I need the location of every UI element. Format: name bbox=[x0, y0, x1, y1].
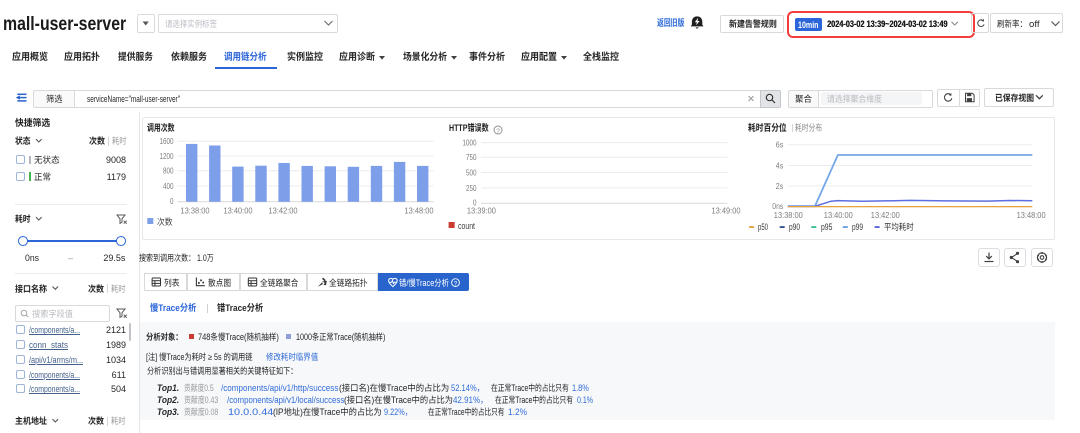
svg-text:13:40:00: 13:40:00 bbox=[824, 210, 853, 220]
svg-text:800: 800 bbox=[163, 166, 174, 176]
svg-text:0: 0 bbox=[170, 196, 174, 206]
svg-text:13:40:00: 13:40:00 bbox=[224, 206, 253, 216]
svg-text:13:42:00: 13:42:00 bbox=[871, 210, 900, 220]
svg-text:1200: 1200 bbox=[160, 151, 174, 161]
svg-text:13:38:00: 13:38:00 bbox=[774, 210, 803, 220]
svg-text:13:39:00: 13:39:00 bbox=[467, 206, 496, 216]
svg-text:13:42:00: 13:42:00 bbox=[269, 206, 298, 216]
svg-text:250: 250 bbox=[466, 183, 477, 193]
svg-text:?: ? bbox=[454, 280, 458, 287]
svg-text:2s: 2s bbox=[776, 181, 784, 191]
svg-text:1600: 1600 bbox=[160, 136, 174, 146]
svg-text:4s: 4s bbox=[776, 160, 784, 170]
svg-text:1000: 1000 bbox=[463, 138, 477, 148]
svg-text:13:48:00: 13:48:00 bbox=[1017, 210, 1046, 220]
svg-text:?: ? bbox=[496, 128, 500, 135]
svg-text:400: 400 bbox=[163, 181, 174, 191]
svg-text:13:49:00: 13:49:00 bbox=[712, 206, 741, 216]
svg-text:500: 500 bbox=[466, 167, 477, 177]
svg-text:6s: 6s bbox=[776, 140, 784, 150]
svg-text:13:48:00: 13:48:00 bbox=[405, 206, 434, 216]
svg-text:750: 750 bbox=[466, 152, 477, 162]
svg-text:13:38:00: 13:38:00 bbox=[181, 206, 210, 216]
